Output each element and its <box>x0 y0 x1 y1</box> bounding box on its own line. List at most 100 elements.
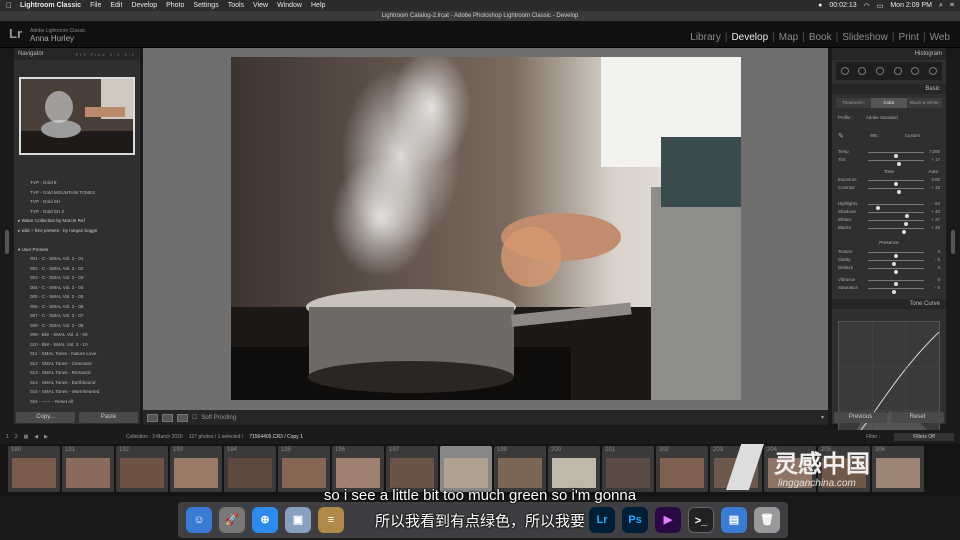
slider-dehaze[interactable]: Dehaze 0 <box>836 264 942 274</box>
histogram-header[interactable]: Histogram <box>832 48 946 60</box>
slider-knob[interactable] <box>896 162 901 166</box>
filmstrip-frame[interactable]: 200 <box>548 446 600 492</box>
slider-value[interactable]: 0 <box>938 249 940 254</box>
graduated-filter-icon[interactable] <box>893 67 902 75</box>
slider-track[interactable] <box>868 152 924 158</box>
slider-value[interactable]: - 5 <box>935 285 940 290</box>
slider-blacks[interactable]: Blacks + 28 <box>836 224 942 234</box>
frame-thumbnail[interactable] <box>66 458 110 488</box>
paste-button[interactable]: Paste <box>79 412 138 423</box>
grid-icon[interactable]: ▦ <box>24 434 29 440</box>
slider-saturation[interactable]: Saturation - 5 <box>836 284 942 294</box>
menu-photo[interactable]: Photo <box>166 2 184 9</box>
wifi-icon[interactable]: ◠ <box>864 2 870 10</box>
menu-tools[interactable]: Tools <box>228 2 244 9</box>
filmstrip-frame[interactable]: 193 <box>170 446 222 492</box>
slider-value[interactable]: + 37 <box>931 217 940 222</box>
module-web[interactable]: Web <box>926 32 954 43</box>
module-slideshow[interactable]: Slideshow <box>838 32 892 43</box>
filmstrip-frame[interactable]: 199 <box>494 446 546 492</box>
frame-thumbnail[interactable] <box>120 458 164 488</box>
slider-whites[interactable]: Whites + 37 <box>836 216 942 226</box>
preset-group[interactable]: ▸ wild + free presets - by megan boggs <box>18 226 138 236</box>
menu-settings[interactable]: Settings <box>193 2 218 9</box>
menu-list-icon[interactable]: ≡ <box>950 2 954 9</box>
radial-filter-icon[interactable] <box>911 67 920 75</box>
preset-item[interactable]: 001 - C - SMAL Vol. 2 - 01 <box>18 254 138 264</box>
slider-value[interactable]: + 28 <box>931 225 940 230</box>
frame-thumbnail[interactable] <box>228 458 272 488</box>
treatment-color[interactable]: Color <box>871 98 907 108</box>
slider-texture[interactable]: Texture 0 <box>836 248 942 258</box>
slider-track[interactable] <box>868 204 924 210</box>
right-panel-toggle[interactable] <box>951 230 955 254</box>
slider-tint[interactable]: Tint + 17 <box>836 156 942 166</box>
slider-track[interactable] <box>868 280 924 286</box>
slider-value[interactable]: + 15 <box>931 185 940 190</box>
filmstrip-frame[interactable]: 202 <box>656 446 708 492</box>
menu-file[interactable]: File <box>90 2 101 9</box>
preset-item[interactable]: 013 - SMAL Tones - Romantic <box>18 368 138 378</box>
preset-item[interactable]: 006 - C - SMAL Vol. 2 - 06 <box>18 302 138 312</box>
frame-thumbnail[interactable] <box>498 458 542 488</box>
preset-item[interactable]: TVP - Gold MOUNTAIN TONES <box>18 188 138 198</box>
wb-eyedropper-icon[interactable]: ✎ <box>838 132 844 140</box>
slider-track[interactable] <box>868 288 924 294</box>
preset-item[interactable]: 008 - C - SMAL Vol. 2 - 08 <box>18 321 138 331</box>
filmstrip-frame[interactable]: 198 <box>440 446 492 492</box>
preset-item[interactable]: 015 - SMAL Tones - Warmhearted <box>18 387 138 397</box>
frame-thumbnail[interactable] <box>336 458 380 488</box>
toolbar-menu-icon[interactable]: ▾ <box>821 414 824 421</box>
filter-dropdown[interactable]: Filters Off <box>894 433 954 441</box>
module-develop[interactable]: Develop <box>727 32 772 43</box>
frame-thumbnail[interactable] <box>660 458 704 488</box>
slider-value[interactable]: 7,000 <box>929 149 940 154</box>
slider-highlights[interactable]: Highlights - 64 <box>836 200 942 210</box>
slider-track[interactable] <box>868 228 924 234</box>
slider-value[interactable]: 0 <box>938 277 940 282</box>
slider-value[interactable]: - 64 <box>932 201 940 206</box>
frame-thumbnail[interactable] <box>606 458 650 488</box>
file-name[interactable]: 71564405.CR3 / Copy 1 <box>249 434 303 440</box>
slider-shadows[interactable]: Shadows + 40 <box>836 208 942 218</box>
treatment-bw[interactable]: Black & White <box>906 98 942 108</box>
slider-knob[interactable] <box>894 270 898 274</box>
slider-value[interactable]: 0 <box>938 265 940 270</box>
page-2-button[interactable]: 2 <box>15 434 18 440</box>
slider-track[interactable] <box>868 212 924 218</box>
page-1-button[interactable]: 1 <box>6 434 9 440</box>
menu-window[interactable]: Window <box>277 2 302 9</box>
module-library[interactable]: Library <box>686 32 725 43</box>
preset-item[interactable]: TVP - Gold SH <box>18 197 138 207</box>
filmstrip-frame[interactable]: 195 <box>278 446 330 492</box>
apple-icon[interactable]:  <box>6 1 12 10</box>
compare-view-icon[interactable] <box>162 413 173 422</box>
preset-item[interactable]: 014 - SMAL Tones - Earthbound <box>18 378 138 388</box>
slider-track[interactable] <box>868 188 924 194</box>
preset-item[interactable]: 010 - BW - SMAL Vol. 2 - 10 <box>18 340 138 350</box>
preset-item[interactable] <box>18 235 138 245</box>
loupe-view-icon[interactable] <box>147 413 158 422</box>
filmstrip-frame[interactable]: 190 <box>8 446 60 492</box>
profile-value[interactable]: Adobe Standard <box>866 115 916 120</box>
preset-item[interactable]: 004 - C - SMAL Vol. 2 - 04 <box>18 283 138 293</box>
clock[interactable]: Mon 2:09 PM <box>890 2 932 9</box>
preset-group[interactable]: ▸ Water Collection by Marcin Ref <box>18 216 138 226</box>
preset-item[interactable]: 002 - C - SMAL Vol. 2 - 02 <box>18 264 138 274</box>
slider-track[interactable] <box>868 260 924 266</box>
frame-thumbnail[interactable] <box>282 458 326 488</box>
filmstrip-frame[interactable]: 201 <box>602 446 654 492</box>
navigator-zoom[interactable]: FIT FILL 1:1 3:1 <box>76 52 136 57</box>
module-book[interactable]: Book <box>805 32 836 43</box>
photo-canvas[interactable] <box>143 48 828 410</box>
frame-thumbnail[interactable] <box>390 458 434 488</box>
frame-thumbnail[interactable] <box>552 458 596 488</box>
slider-knob[interactable] <box>897 190 902 194</box>
main-photo[interactable] <box>231 57 741 400</box>
slider-track[interactable] <box>868 252 924 258</box>
slider-knob[interactable] <box>892 290 897 294</box>
preset-item[interactable]: TVP - Gold 8 <box>18 178 138 188</box>
preset-item[interactable]: 009 - BW - SMAL Vol. 2 - 09 <box>18 330 138 340</box>
slider-value[interactable]: + 17 <box>931 157 940 162</box>
module-map[interactable]: Map <box>775 32 802 43</box>
